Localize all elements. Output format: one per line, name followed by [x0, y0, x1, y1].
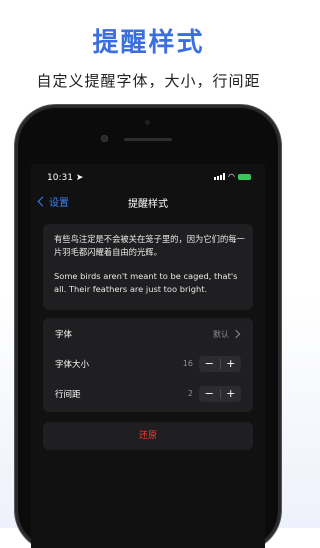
sensor-dot	[145, 120, 150, 125]
font-size-value: 16	[182, 359, 193, 368]
line-spacing-label: 行间距	[55, 390, 81, 400]
phone-frame: 10:31 ➤ ◠ 设置 提醒样式 有些鸟注定是不会被关在笼子里的，因为它们的每…	[18, 108, 278, 548]
font-row[interactable]: 字体 默认	[43, 320, 253, 348]
restore-button[interactable]: 还原	[43, 422, 253, 450]
front-camera	[101, 135, 108, 142]
navigation-bar: 设置 提醒样式	[31, 192, 265, 214]
location-arrow-icon: ➤	[75, 173, 84, 183]
battery-charging-icon	[238, 173, 251, 180]
hero-subtitle: 自定义提醒字体，大小，行间距	[36, 72, 261, 90]
font-size-stepper: − +	[199, 356, 241, 372]
chevron-right-icon	[231, 329, 241, 339]
preview-text-zh: 有些鸟注定是不会被关在笼子里的，因为它们的每一片羽毛都闪耀着自由的光辉。	[54, 234, 245, 257]
settings-group: 字体 默认 字体大小 16 − + 行间距 2 − +	[43, 318, 253, 412]
line-spacing-stepper: − +	[199, 386, 241, 402]
status-time: 10:31 ➤	[47, 173, 84, 183]
style-preview-card: 有些鸟注定是不会被关在笼子里的，因为它们的每一片羽毛都闪耀着自由的光辉。 Som…	[43, 224, 253, 310]
font-size-increase-button[interactable]: +	[221, 356, 242, 372]
font-size-decrease-button[interactable]: −	[199, 356, 220, 372]
line-spacing-decrease-button[interactable]: −	[199, 386, 220, 402]
page-title: 提醒样式	[128, 199, 168, 210]
hero-title: 提醒样式	[92, 28, 205, 58]
font-value: 默认	[213, 330, 229, 339]
wifi-icon: ◠	[228, 172, 235, 181]
font-label: 字体	[55, 330, 73, 340]
font-size-label: 字体大小	[55, 360, 90, 370]
font-size-row: 字体大小 16 − +	[43, 350, 253, 378]
signal-icon	[214, 173, 226, 180]
earpiece-speaker	[124, 138, 172, 141]
preview-text-en: Some birds aren't meant to be caged, tha…	[54, 271, 238, 294]
line-spacing-value: 2	[187, 389, 193, 398]
line-spacing-row: 行间距 2 − +	[43, 380, 253, 408]
phone-screen: 10:31 ➤ ◠ 设置 提醒样式 有些鸟注定是不会被关在笼子里的，因为它们的每…	[31, 164, 265, 548]
status-bar: 10:31 ➤ ◠	[31, 164, 265, 188]
line-spacing-increase-button[interactable]: +	[221, 386, 242, 402]
